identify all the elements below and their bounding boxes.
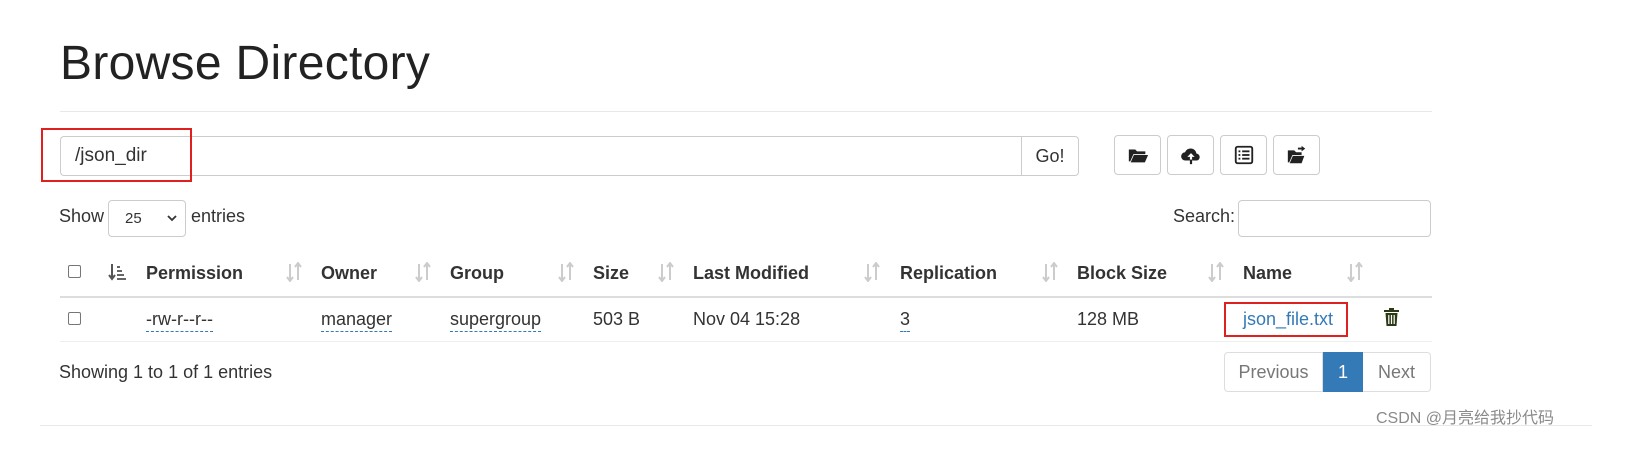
entries-per-page-value: 25: [125, 210, 142, 227]
sort-both-icon[interactable]: [414, 262, 432, 282]
sort-both-icon[interactable]: [285, 262, 303, 282]
title-divider: [60, 111, 1432, 112]
create-directory-button[interactable]: [1114, 135, 1161, 175]
watermark: CSDN @月亮给我抄代码: [1375, 410, 1554, 427]
sort-both-icon[interactable]: [1041, 262, 1059, 282]
sort-both-icon[interactable]: [557, 262, 575, 282]
chevron-down-icon: [167, 215, 177, 222]
sort-ascending-icon[interactable]: [108, 262, 126, 282]
go-button[interactable]: Go!: [1021, 136, 1079, 176]
owner-cell[interactable]: manager: [321, 309, 393, 332]
search-input[interactable]: [1238, 200, 1431, 237]
last-modified-cell: Nov 04 15:28: [693, 309, 801, 329]
previous-page-button[interactable]: Previous: [1224, 352, 1323, 392]
row-select-checkbox[interactable]: [68, 312, 81, 325]
file-name-link[interactable]: json_file.txt: [1243, 309, 1333, 330]
move-button[interactable]: [1273, 135, 1320, 175]
next-page-button[interactable]: Next: [1363, 352, 1431, 392]
entries-label: entries: [191, 206, 246, 226]
permission-cell[interactable]: -rw-r--r--: [146, 309, 213, 332]
trash-icon[interactable]: [1383, 307, 1400, 327]
page-title: Browse Directory: [60, 37, 431, 90]
search-label: Search:: [1173, 206, 1236, 226]
sort-both-icon[interactable]: [1207, 262, 1225, 282]
folder-open-icon: [1128, 149, 1148, 163]
column-header-permission[interactable]: Permission: [146, 263, 243, 284]
column-header-size[interactable]: Size: [593, 263, 629, 284]
pagination: Previous 1 Next: [1224, 352, 1431, 392]
replication-cell[interactable]: 3: [900, 309, 911, 332]
page-1-button[interactable]: 1: [1323, 352, 1363, 392]
folder-move-icon: [1287, 145, 1305, 164]
path-bar: Go!: [60, 136, 1079, 176]
directory-path-input[interactable]: [60, 136, 1021, 176]
column-header-block-size[interactable]: Block Size: [1077, 263, 1167, 284]
table-info: Showing 1 to 1 of 1 entries: [59, 362, 273, 382]
group-cell[interactable]: supergroup: [450, 309, 542, 332]
list-alt-icon: [1234, 145, 1253, 165]
cloud-upload-icon: [1180, 148, 1200, 165]
sort-both-icon[interactable]: [1346, 262, 1364, 282]
column-header-last-modified[interactable]: Last Modified: [693, 263, 809, 284]
directory-toolbar: [1114, 135, 1320, 175]
table-row-divider: [60, 341, 1432, 342]
column-header-group[interactable]: Group: [450, 263, 504, 284]
table-header-divider: [60, 296, 1432, 298]
column-header-owner[interactable]: Owner: [321, 263, 377, 284]
size-cell: 503 B: [593, 309, 641, 329]
upload-file-button[interactable]: [1167, 135, 1214, 175]
footer-divider: [40, 425, 1592, 426]
column-header-name[interactable]: Name: [1243, 263, 1292, 284]
cut-paste-button[interactable]: [1220, 135, 1267, 175]
select-all-checkbox[interactable]: [68, 265, 81, 278]
block-size-cell: 128 MB: [1077, 309, 1140, 329]
sort-both-icon[interactable]: [657, 262, 675, 282]
sort-both-icon[interactable]: [863, 262, 881, 282]
column-header-replication[interactable]: Replication: [900, 263, 997, 284]
entries-per-page-select[interactable]: 25: [108, 200, 186, 237]
show-label: Show: [59, 206, 105, 226]
